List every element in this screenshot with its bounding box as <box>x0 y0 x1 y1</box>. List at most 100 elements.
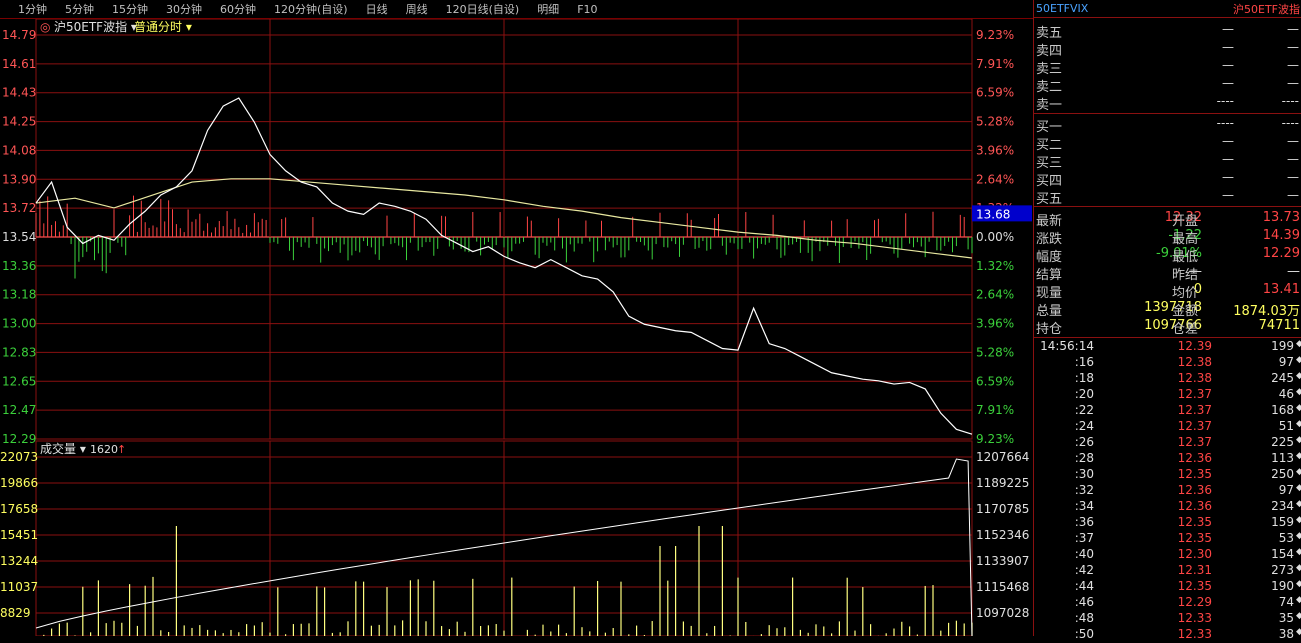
quote-symbol: 50ETFVIX <box>1036 2 1089 15</box>
stat-label: 幅度 <box>1036 250 1063 265</box>
bid-row-3[interactable]: 买四 — — <box>1034 170 1301 189</box>
tick-direction-icon: ◆ <box>1296 563 1301 573</box>
intraday-chart[interactable]: 14.79 9.23% 14.61 7.91% 14.43 6.59% 14.25 5.28%… <box>0 19 1033 636</box>
tick-volume: 38 <box>1278 627 1294 641</box>
stat-row-5: 总量 1397718 金额 1874.03万 <box>1034 300 1301 319</box>
period-tab-0[interactable]: 1分钟 <box>18 1 47 17</box>
tick-volume: 273 <box>1271 563 1294 577</box>
stat-value: 1874.03万 <box>1233 304 1300 319</box>
tick-time: :30 <box>1074 467 1094 481</box>
period-tab-4[interactable]: 60分钟 <box>220 1 256 17</box>
tick-price: 12.29 <box>1177 595 1212 609</box>
stat-label: 金额 <box>1172 304 1199 319</box>
pct-tick-label: 6.59% <box>976 374 1014 388</box>
volume-tick-label: 17658 <box>0 502 38 516</box>
tick-time: :32 <box>1074 483 1094 497</box>
ob-volume: — <box>1287 188 1299 202</box>
tick-direction-icon: ◆ <box>1296 595 1301 605</box>
volume-tick-label: 22073 <box>0 450 38 464</box>
stat-row-2: 幅度 -9.01% 最低 12.29 <box>1034 246 1301 265</box>
ob-volume: — <box>1287 22 1299 36</box>
stat-row-3: 结算 — 昨结 — <box>1034 264 1301 283</box>
bid-row-1[interactable]: 买二 — — <box>1034 134 1301 153</box>
divider <box>1034 206 1301 207</box>
price-tick-label: 14.08 <box>2 143 36 157</box>
period-tab-7[interactable]: 周线 <box>406 1 428 17</box>
tick-direction-icon: ◆ <box>1296 419 1301 429</box>
stat-row-4: 现量 0 均价 13.41 <box>1034 282 1301 301</box>
tick-price: 12.36 <box>1177 499 1212 513</box>
period-tab-2[interactable]: 15分钟 <box>112 1 148 17</box>
period-tab-8[interactable]: 120日线(自设) <box>446 1 520 17</box>
tick-price: 12.37 <box>1177 403 1212 417</box>
tick-volume: 74 <box>1278 595 1294 609</box>
tick-row: :20 12.37 46 ◆ <box>1034 387 1301 403</box>
period-tab-9[interactable]: 明细 <box>537 1 559 17</box>
pct-tick-label: 5.28% <box>976 115 1014 129</box>
tick-row: :30 12.35 250 ◆ <box>1034 467 1301 483</box>
bid-row-0[interactable]: 买一 ---- ---- <box>1034 116 1301 135</box>
ask-row-2[interactable]: 卖三 — — <box>1034 58 1301 77</box>
tick-direction-icon: ◆ <box>1296 371 1301 381</box>
ask-row-0[interactable]: 卖五 — — <box>1034 22 1301 41</box>
stat-row-0: 最新 12.32 开盘 13.73 <box>1034 210 1301 229</box>
tick-price: 12.30 <box>1177 547 1212 561</box>
tick-time: :40 <box>1074 547 1094 561</box>
ask-row-3[interactable]: 卖二 — — <box>1034 76 1301 95</box>
tick-direction-icon: ◆ <box>1296 435 1301 445</box>
tick-price: 12.37 <box>1177 435 1212 449</box>
chart-title: 沪50ETF波指 ▾ <box>54 19 137 34</box>
volume-value: 1620 <box>90 443 118 456</box>
stat-label: 持仓 <box>1036 322 1063 337</box>
tick-direction-icon: ◆ <box>1296 451 1301 461</box>
tick-direction-icon: ◆ <box>1296 531 1301 541</box>
period-tab-5[interactable]: 120分钟(自设) <box>274 1 348 17</box>
pct-tick-label: 9.23% <box>976 28 1014 42</box>
tick-direction-icon: ◆ <box>1296 547 1301 557</box>
period-tab-6[interactable]: 日线 <box>366 1 388 17</box>
volume-tick-label: 11037 <box>0 580 38 594</box>
volume-tick-label: 13244 <box>0 554 38 568</box>
stat-value: 14.39 <box>1262 228 1300 243</box>
tick-time: :24 <box>1074 419 1094 433</box>
period-tab-10[interactable]: F10 <box>577 3 597 16</box>
tick-direction-icon: ◆ <box>1296 403 1301 413</box>
ob-label: 卖五 <box>1036 26 1063 41</box>
bid-row-4[interactable]: 买五 — — <box>1034 188 1301 207</box>
cum-volume-tick-label: 1189225 <box>976 476 1029 490</box>
cum-volume-tick-label: 1133907 <box>976 554 1029 568</box>
tick-row: :42 12.31 273 ◆ <box>1034 563 1301 579</box>
ob-label: 买一 <box>1036 120 1063 135</box>
tick-price: 12.33 <box>1177 611 1212 625</box>
tick-price: 12.35 <box>1177 531 1212 545</box>
stat-label: 仓差 <box>1172 322 1199 337</box>
ob-volume: — <box>1287 152 1299 166</box>
period-tab-3[interactable]: 30分钟 <box>166 1 202 17</box>
tick-row: :37 12.35 53 ◆ <box>1034 531 1301 547</box>
ob-label: 买五 <box>1036 192 1063 207</box>
stat-value: 74711 <box>1258 318 1300 333</box>
tick-volume: 154 <box>1271 547 1294 561</box>
tick-time: :46 <box>1074 595 1094 609</box>
stat-label: 最新 <box>1036 214 1063 229</box>
tick-time: :22 <box>1074 403 1094 417</box>
period-tab-1[interactable]: 5分钟 <box>65 1 94 17</box>
stat-row-1: 涨跌 -1.22 最高 14.39 <box>1034 228 1301 247</box>
tick-price: 12.37 <box>1177 419 1212 433</box>
stat-value: 13.41 <box>1262 282 1300 297</box>
bid-row-2[interactable]: 买三 — — <box>1034 152 1301 171</box>
tick-price: 12.33 <box>1177 627 1212 641</box>
chart-title-marker: ◎ <box>40 20 50 34</box>
tick-volume: 234 <box>1271 499 1294 513</box>
tick-direction-icon: ◆ <box>1296 483 1301 493</box>
divider <box>1034 337 1301 338</box>
stat-label: 结算 <box>1036 268 1063 283</box>
ask-row-4[interactable]: 卖一 ---- ---- <box>1034 94 1301 113</box>
tick-time: :36 <box>1074 515 1094 529</box>
volume-tick-label: 15451 <box>0 528 38 542</box>
ob-label: 卖一 <box>1036 98 1063 113</box>
cum-volume-tick-label: 1170785 <box>976 502 1029 516</box>
tick-time: :18 <box>1074 371 1094 385</box>
tick-volume: 35 <box>1278 611 1294 625</box>
ask-row-1[interactable]: 卖四 — — <box>1034 40 1301 59</box>
